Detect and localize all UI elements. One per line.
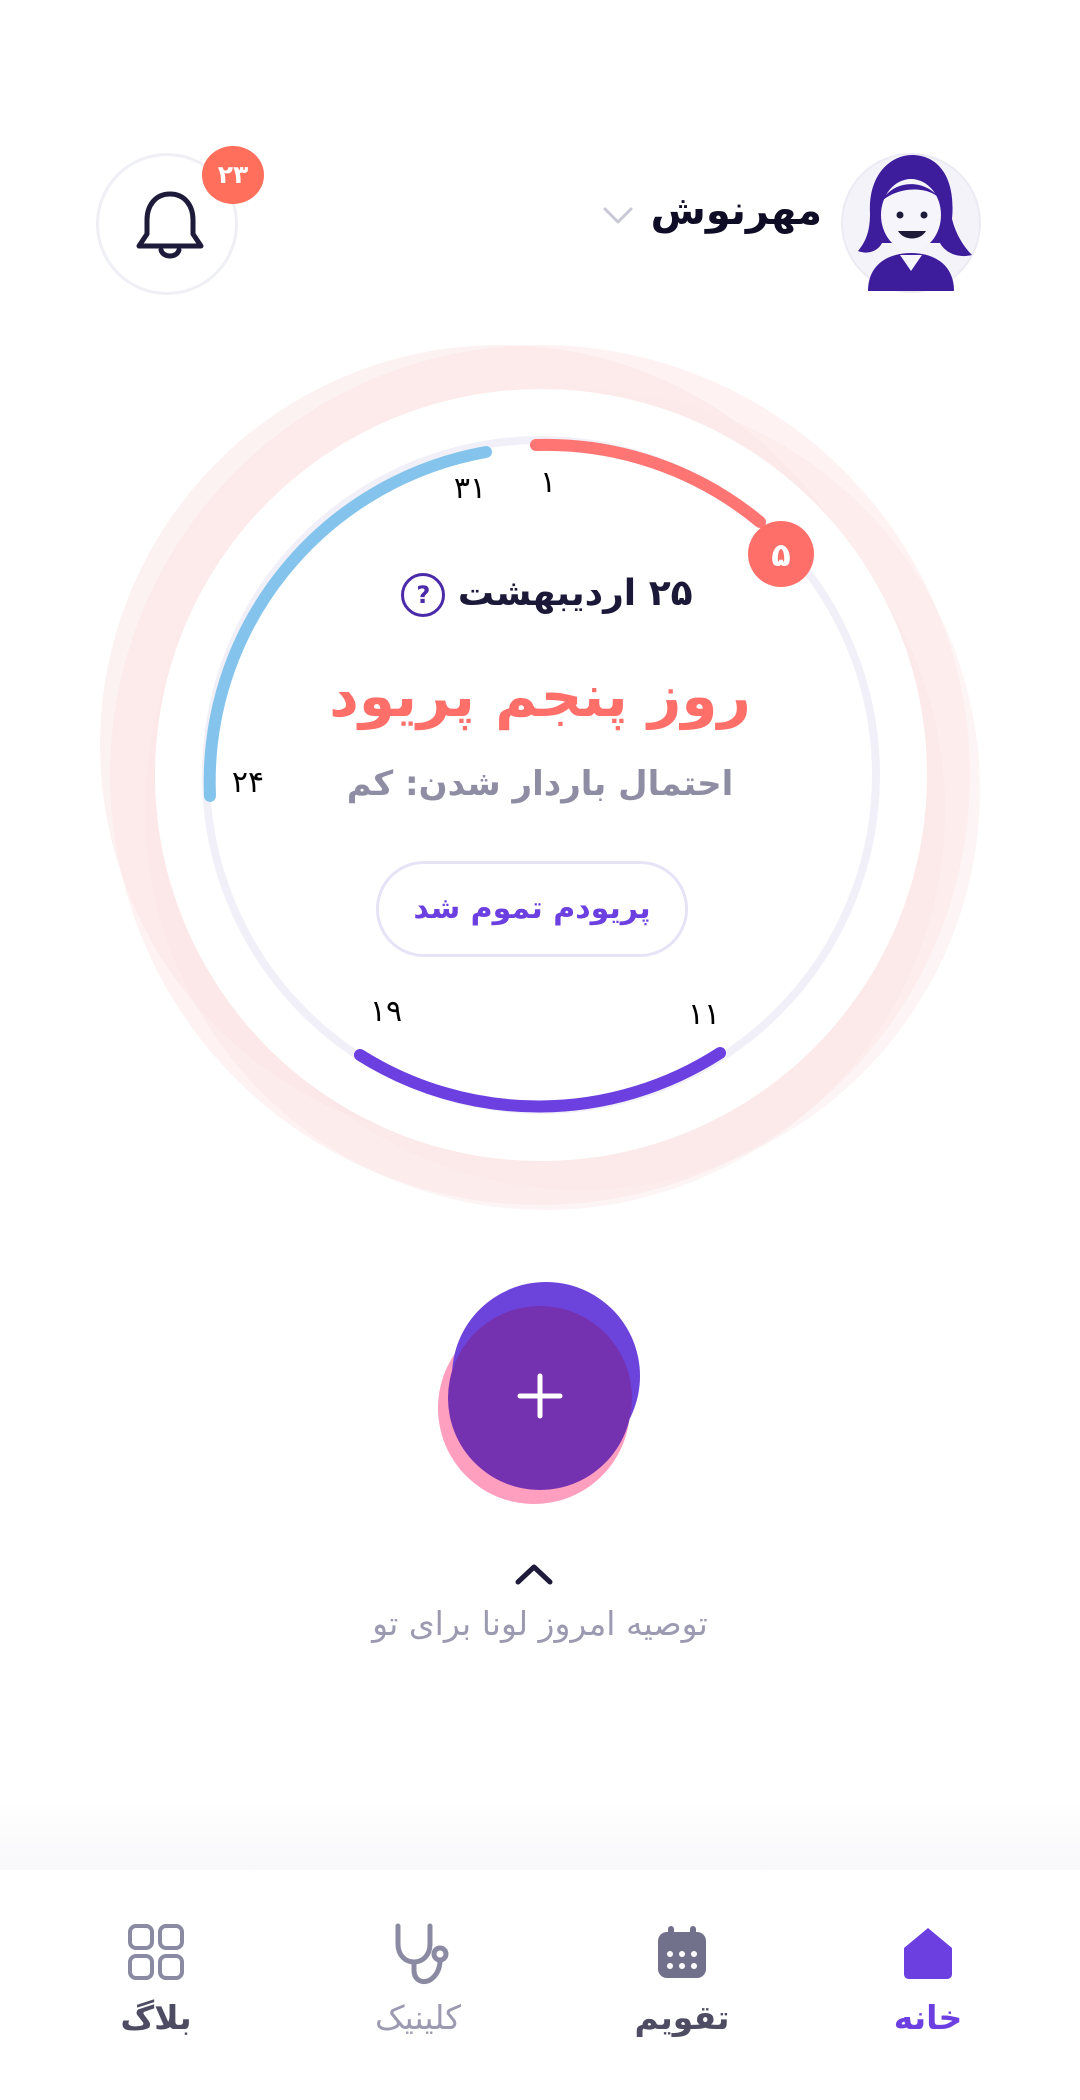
help-icon[interactable]: ? — [401, 573, 446, 617]
day-11-label: ۱۱ — [688, 997, 720, 1032]
nav-shadow — [0, 1800, 1080, 1880]
chevron-up-icon[interactable] — [514, 1562, 554, 1586]
add-entry-button[interactable] — [430, 1280, 650, 1510]
nav-item-blog[interactable]: بلاگ — [66, 1870, 246, 2070]
pregnancy-chance: احتمال باردار شدن: کم — [346, 764, 734, 804]
current-day-marker-label: ۵ — [771, 536, 791, 574]
bottom-nav: خانه تقویم کلینیک بلاگ — [0, 1870, 1080, 2100]
grid-icon — [128, 1924, 184, 1980]
nav-label-home: خانه — [893, 1998, 963, 2037]
nav-item-home[interactable]: خانه — [838, 1870, 1018, 2070]
date-label: ۲۵ اردیبهشت — [457, 573, 693, 614]
cycle-ring: ۵ ۱ ۳۱ ۲۴ ۱۹ ۱۱ — [100, 345, 980, 1210]
day-19-label: ۱۹ — [370, 994, 402, 1029]
day-1-label: ۱ — [540, 465, 556, 500]
date-line[interactable]: ۲۵ اردیبهشت ? — [0, 573, 1080, 617]
nav-item-clinic[interactable]: کلینیک — [328, 1870, 508, 2070]
home-icon — [904, 1928, 952, 1979]
calendar-icon — [658, 1926, 706, 1978]
end-period-button[interactable]: پریودم تموم شد — [376, 861, 688, 957]
stethoscope-icon — [395, 1923, 449, 1985]
cycle-day-title: روز پنجم پریود — [329, 662, 751, 730]
nav-label-clinic: کلینیک — [374, 1998, 462, 2037]
nav-item-calendar[interactable]: تقویم — [592, 1870, 772, 2070]
nav-label-blog: بلاگ — [120, 1998, 192, 2037]
daily-tip-label[interactable]: توصیه امروز لونا برای تو — [0, 1604, 1080, 1643]
nav-label-calendar: تقویم — [634, 1998, 730, 2037]
day-31-label: ۳۱ — [454, 471, 486, 506]
